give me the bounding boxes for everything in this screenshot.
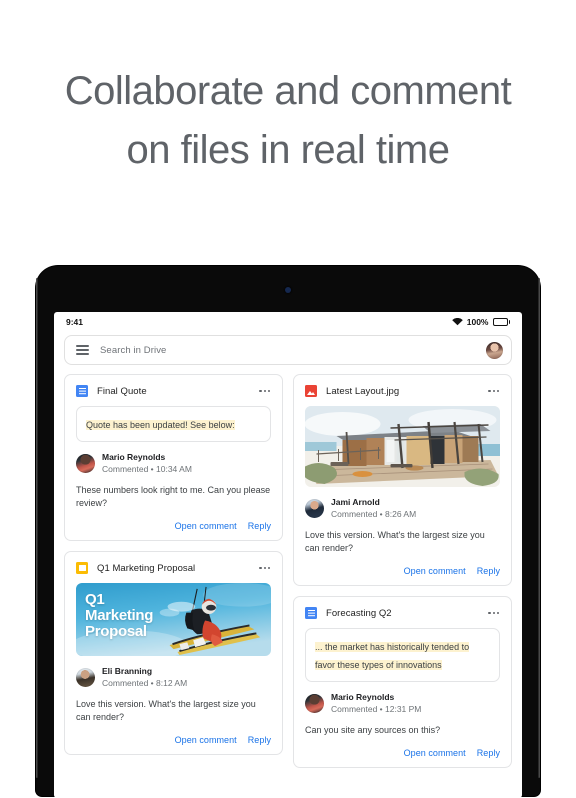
search-bar[interactable]: Search in Drive (64, 335, 512, 365)
card-header: Q1 Marketing Proposal (76, 562, 271, 574)
reply-link[interactable]: Reply (248, 735, 271, 745)
slide-overlay-title: Q1 Marketing Proposal (85, 592, 213, 640)
google-slides-icon (76, 562, 88, 574)
reply-link[interactable]: Reply (248, 521, 271, 531)
commenter-row: Eli Branning Commented • 8:12 AM (76, 666, 271, 689)
slide-title-line-1: Q1 (85, 591, 105, 608)
google-docs-icon (76, 385, 88, 397)
open-comment-link[interactable]: Open comment (175, 735, 237, 745)
cards-column-right: Latest Layout.jpg Jami Arnold Commented … (293, 374, 512, 798)
card-latest-layout[interactable]: Latest Layout.jpg Jami Arnold Commented … (293, 374, 512, 586)
account-avatar[interactable] (486, 341, 503, 359)
comment-body: These numbers look right to me. Can you … (76, 485, 271, 508)
tablet-device: 9:41 100% Search in Drive Final Quote Qu… (36, 266, 540, 798)
battery-percent-label: 100% (466, 317, 489, 327)
comment-timestamp: Commented • 10:34 AM (102, 464, 192, 474)
commenter-row: Jami Arnold Commented • 8:26 AM (305, 497, 500, 520)
reply-link[interactable]: Reply (477, 748, 500, 758)
comment-timestamp: Commented • 12:31 PM (331, 704, 422, 714)
card-title: Latest Layout.jpg (326, 385, 400, 397)
image-file-icon (305, 385, 317, 397)
google-docs-icon (305, 607, 317, 619)
slide-thumbnail[interactable]: Q1 Marketing Proposal (76, 583, 271, 656)
quoted-text-box: Quote has been updated! See below: (76, 406, 271, 442)
more-options-icon[interactable] (258, 564, 271, 572)
commenter-avatar (76, 668, 95, 687)
device-screen: 9:41 100% Search in Drive Final Quote Qu… (54, 312, 522, 798)
card-actions: Open comment Reply (305, 566, 500, 576)
device-edge-right (538, 278, 540, 778)
more-options-icon[interactable] (258, 387, 271, 395)
more-options-icon[interactable] (487, 387, 500, 395)
commenter-name: Mario Reynolds (331, 692, 395, 702)
slide-title-line-3: Proposal (85, 623, 147, 640)
card-q1-marketing-proposal[interactable]: Q1 Marketing Proposal Q1 Marketing Propo… (64, 551, 283, 755)
commenter-name: Eli Branning (102, 666, 153, 676)
image-thumbnail[interactable] (305, 406, 500, 487)
card-actions: Open comment Reply (76, 735, 271, 745)
open-comment-link[interactable]: Open comment (175, 521, 237, 531)
open-comment-link[interactable]: Open comment (404, 566, 466, 576)
status-indicators: 100% (451, 317, 510, 327)
quoted-text-box: ... the market has historically tended t… (305, 628, 500, 682)
search-bar-container: Search in Drive (54, 332, 522, 374)
commenter-row: Mario Reynolds Commented • 12:31 PM (305, 692, 500, 715)
card-header: Forecasting Q2 (305, 607, 500, 619)
more-options-icon[interactable] (487, 609, 500, 617)
quoted-text: ... the market has historically tended t… (315, 642, 470, 670)
quoted-text: Quote has been updated! See below: (86, 420, 235, 430)
card-title: Forecasting Q2 (326, 607, 392, 619)
comment-body: Can you site any sources on this? (305, 725, 441, 735)
card-actions: Open comment Reply (305, 748, 500, 758)
card-title: Q1 Marketing Proposal (97, 562, 196, 574)
battery-icon (492, 318, 510, 326)
comment-timestamp: Commented • 8:26 AM (331, 509, 417, 519)
card-header: Latest Layout.jpg (305, 385, 500, 397)
commenter-row: Mario Reynolds Commented • 10:34 AM (76, 452, 271, 475)
status-time: 9:41 (66, 317, 84, 327)
comment-body: Love this version. What's the largest si… (76, 699, 256, 722)
front-camera-icon (285, 287, 291, 293)
wifi-icon (451, 318, 463, 326)
comment-timestamp: Commented • 8:12 AM (102, 678, 188, 688)
reply-link[interactable]: Reply (477, 566, 500, 576)
architectural-beach-house-rendering (305, 406, 500, 487)
comment-body: Love this version. What's the largest si… (305, 530, 485, 553)
card-header: Final Quote (76, 385, 271, 397)
card-title: Final Quote (97, 385, 147, 397)
slide-title-line-2: Marketing (85, 607, 154, 624)
commenter-avatar (76, 454, 95, 473)
open-comment-link[interactable]: Open comment (404, 748, 466, 758)
search-input[interactable]: Search in Drive (100, 345, 475, 356)
headline-line-1: Collaborate and comment (64, 69, 512, 113)
card-forecasting-q2[interactable]: Forecasting Q2 ... the market has histor… (293, 596, 512, 768)
cards-column-left: Final Quote Quote has been updated! See … (64, 374, 283, 798)
cards-grid: Final Quote Quote has been updated! See … (54, 374, 522, 798)
hero-headline: Collaborate and comment on files in real… (0, 62, 576, 180)
card-final-quote[interactable]: Final Quote Quote has been updated! See … (64, 374, 283, 541)
headline-line-2: on files in real time (126, 128, 450, 172)
commenter-name: Mario Reynolds (102, 452, 166, 462)
card-actions: Open comment Reply (76, 521, 271, 531)
commenter-avatar (305, 499, 324, 518)
commenter-avatar (305, 694, 324, 713)
device-edge-left (36, 278, 38, 778)
hamburger-menu-icon[interactable] (76, 345, 89, 355)
commenter-name: Jami Arnold (331, 497, 380, 507)
status-bar: 9:41 100% (54, 312, 522, 332)
